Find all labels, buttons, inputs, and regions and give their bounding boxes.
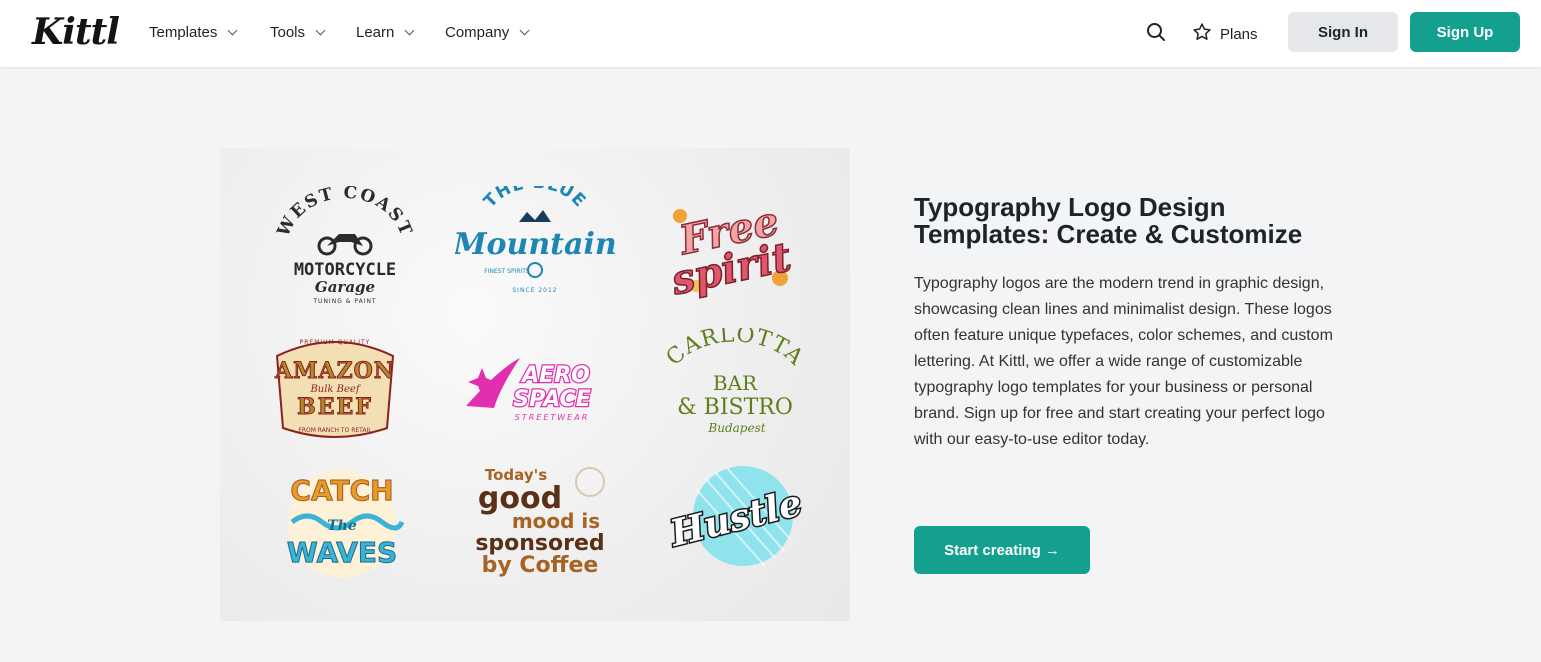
blue-mountain-logo: THE BLUE Mountain FINEST SPIRITS SINCE 2… bbox=[455, 186, 615, 306]
wc-line-3: Garage bbox=[315, 278, 375, 296]
aero-space-logo: AERO SPACE STREETWEAR bbox=[460, 328, 620, 448]
cw-line-1: CATCH bbox=[290, 474, 393, 507]
carlotta-bistro-logo: CARLOTTA BAR & BISTRO Budapest bbox=[655, 328, 815, 448]
cb-line-1: CARLOTTA bbox=[662, 328, 808, 371]
search-icon[interactable] bbox=[1146, 22, 1166, 42]
svg-text:THE BLUE: THE BLUE bbox=[480, 186, 590, 212]
nav-templates[interactable]: Templates bbox=[149, 24, 238, 41]
nav-templates-label: Templates bbox=[149, 24, 218, 41]
top-navigation-bar: Kittl Templates Tools Learn Company Plan… bbox=[0, 0, 1541, 67]
as-line-1: AERO bbox=[520, 363, 590, 388]
wc-line-2: MOTORCYCLE bbox=[294, 260, 396, 280]
nav-company-label: Company bbox=[445, 24, 510, 41]
cw-line-3: WAVES bbox=[287, 536, 397, 569]
hustle-logo: Hustle bbox=[655, 458, 815, 578]
chevron-down-icon bbox=[519, 25, 530, 36]
ab-line-1: PREMIUM QUALITY bbox=[300, 339, 371, 346]
page-description: Typography logos are the modern trend in… bbox=[914, 275, 1333, 448]
catch-the-waves-logo: CATCH The WAVES bbox=[262, 460, 422, 580]
good-mood-coffee-logo: Today's good mood is sponsored by Coffee bbox=[460, 458, 620, 578]
free-spirit-logo: Free spirit bbox=[650, 186, 810, 306]
as-line-2: SPACE bbox=[513, 387, 590, 412]
chevron-down-icon bbox=[315, 25, 326, 36]
bm-line-2: Mountain bbox=[455, 227, 615, 262]
nav-learn-label: Learn bbox=[356, 24, 395, 41]
wc-line-1: WEST COAST bbox=[273, 186, 414, 241]
plans-label: Plans bbox=[1220, 25, 1258, 43]
start-creating-button[interactable]: Start creating → bbox=[914, 526, 1090, 574]
nav-tools[interactable]: Tools bbox=[270, 24, 326, 41]
plans-link[interactable]: Plans bbox=[1192, 22, 1258, 46]
nav-tools-label: Tools bbox=[270, 24, 306, 41]
cb-line-4: Budapest bbox=[707, 421, 765, 435]
ab-line-4: BEEF bbox=[297, 394, 373, 420]
star-icon bbox=[1192, 22, 1212, 46]
template-showcase-image: WEST COAST MOTORCYCLE Garage TUNING & PA… bbox=[220, 148, 850, 621]
cb-line-2: BAR bbox=[713, 371, 758, 395]
chevron-down-icon bbox=[404, 25, 415, 36]
nav-company[interactable]: Company bbox=[445, 24, 530, 41]
cb-line-3: & BISTRO bbox=[677, 395, 793, 420]
svg-text:CARLOTTA: CARLOTTA bbox=[662, 328, 809, 371]
ab-line-2: AMAZON bbox=[274, 358, 395, 384]
nav-learn[interactable]: Learn bbox=[356, 24, 415, 41]
bm-line-3: FINEST SPIRITS bbox=[484, 268, 530, 275]
chevron-down-icon bbox=[227, 25, 238, 36]
wc-line-4: TUNING & PAINT bbox=[312, 298, 376, 305]
ab-line-5: FROM RANCH TO RETAIL bbox=[298, 427, 372, 434]
sign-in-button[interactable]: Sign In bbox=[1288, 12, 1398, 52]
svg-text:WEST COAST: WEST COAST bbox=[273, 186, 416, 241]
sign-up-button[interactable]: Sign Up bbox=[1410, 12, 1520, 52]
west-coast-motorcycle-logo: WEST COAST MOTORCYCLE Garage TUNING & PA… bbox=[265, 186, 425, 306]
amazon-beef-logo: PREMIUM QUALITY AMAZON Bulk Beef BEEF FR… bbox=[255, 328, 415, 448]
cw-line-2: The bbox=[327, 518, 357, 534]
gm-line-3: mood is bbox=[512, 509, 600, 533]
gm-line-5: by Coffee bbox=[482, 553, 599, 578]
kittl-logo[interactable]: Kittl bbox=[32, 12, 120, 52]
bm-line-1: THE BLUE bbox=[480, 186, 589, 212]
bm-line-4: SINCE 2012 bbox=[512, 287, 557, 294]
as-line-3: STREETWEAR bbox=[515, 413, 590, 422]
page-title: Typography Logo Design Templates: Create… bbox=[914, 192, 1303, 249]
